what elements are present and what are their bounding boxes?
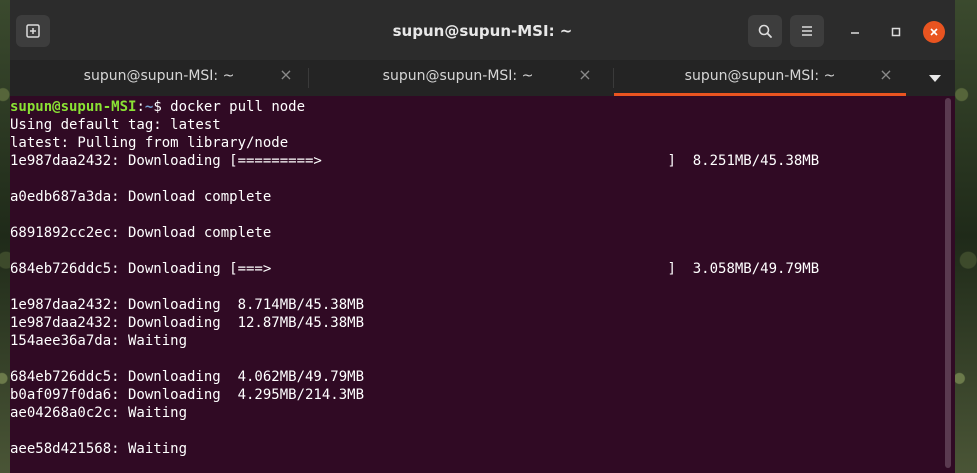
terminal-line: a0edb687a3da: Download complete — [10, 189, 272, 205]
new-tab-button[interactable] — [16, 15, 50, 47]
tab-list-button[interactable] — [925, 70, 945, 86]
terminal-line: b0af097f0da6: Downloading 4.295MB/214.3M… — [10, 387, 365, 403]
prompt-line: supun@supun-MSI:~$ docker pull node — [10, 98, 941, 116]
chevron-down-icon — [929, 75, 941, 82]
prompt-separator: : — [136, 99, 145, 115]
terminal-scrollbar[interactable] — [941, 96, 955, 473]
terminal-tab-2[interactable]: supun@supun-MSI: ~ × — [309, 60, 607, 96]
output-lines: Using default tag: latest latest: Pulling… — [10, 116, 941, 458]
terminal-output[interactable]: supun@supun-MSI:~$ docker pull node Usin… — [10, 96, 941, 473]
terminal-line: 6891892cc2ec: Download complete — [10, 225, 272, 241]
maximize-button[interactable] — [885, 21, 907, 43]
terminal-line: 684eb726ddc5: Downloading [===> ] 3.058M… — [10, 261, 820, 277]
terminal-line: 1e987daa2432: Downloading [=========> ] … — [10, 153, 820, 169]
prompt-user-host: supun@supun-MSI — [10, 99, 137, 115]
terminal-line: aee58d421568: Waiting — [10, 441, 188, 457]
title-bar[interactable]: supun@supun-MSI: ~ — [10, 0, 955, 60]
tab-close-button[interactable]: × — [278, 67, 294, 83]
search-button[interactable] — [748, 15, 782, 47]
scrollbar-thumb[interactable] — [945, 98, 951, 468]
maximize-icon — [891, 27, 901, 37]
terminal-tab-1[interactable]: supun@supun-MSI: ~ × — [10, 60, 308, 96]
terminal-line: ae04268a0c2c: Waiting — [10, 405, 188, 421]
tab-bar: supun@supun-MSI: ~ × supun@supun-MSI: ~ … — [10, 60, 955, 96]
terminal-line: 154aee36a7da: Waiting — [10, 333, 188, 349]
terminal-tab-3-active[interactable]: supun@supun-MSI: ~ × — [614, 60, 906, 96]
tab-close-button[interactable]: × — [878, 67, 894, 83]
tab-label: supun@supun-MSI: ~ — [684, 68, 836, 84]
minimize-button[interactable] — [844, 21, 866, 43]
prompt-command: docker pull node — [161, 99, 306, 115]
close-icon — [930, 28, 938, 36]
hamburger-menu-icon — [802, 26, 812, 36]
minimize-icon — [851, 32, 859, 34]
search-icon — [758, 24, 772, 38]
new-tab-icon — [26, 24, 40, 38]
tab-close-button[interactable]: × — [577, 67, 593, 83]
terminal-line: 684eb726ddc5: Downloading 4.062MB/49.79M… — [10, 369, 365, 385]
terminal-line: Using default tag: latest — [10, 117, 221, 133]
tab-label: supun@supun-MSI: ~ — [382, 68, 534, 84]
tab-label: supun@supun-MSI: ~ — [83, 68, 235, 84]
terminal-line: latest: Pulling from library/node — [10, 135, 289, 151]
terminal-line: 1e987daa2432: Downloading 12.87MB/45.38M… — [10, 315, 365, 331]
desktop-wallpaper-right — [955, 0, 977, 473]
terminal-line: 1e987daa2432: Downloading 8.714MB/45.38M… — [10, 297, 365, 313]
terminal-window: supun@supun-MSI: ~ supun@supun-MSI: ~ × … — [10, 0, 955, 473]
prompt-symbol: $ — [153, 99, 162, 115]
desktop-wallpaper-left — [0, 0, 10, 473]
menu-button[interactable] — [790, 15, 824, 47]
close-window-button[interactable] — [923, 21, 945, 43]
